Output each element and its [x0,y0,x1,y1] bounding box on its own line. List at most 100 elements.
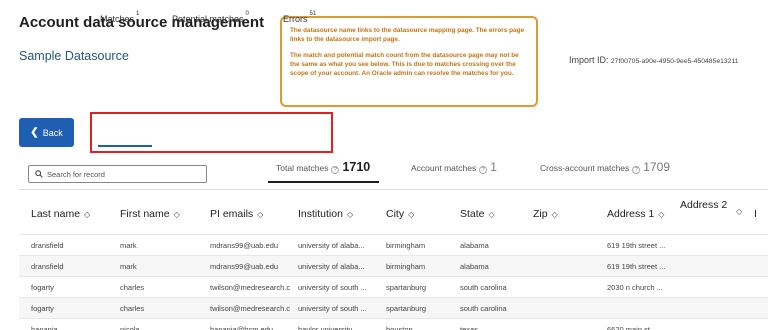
import-id-label: Import ID: [569,55,609,65]
table-cell: texas [460,325,478,330]
table-cell: birmingham [386,262,426,271]
active-stat-indicator [268,181,379,183]
table-cell: alabama [460,262,489,271]
datasource-name-link[interactable]: Sample Datasource [19,49,129,63]
search-box[interactable] [28,165,207,183]
table-cell: dransfield [31,262,64,271]
tab-matches[interactable]: Matches 1 [100,11,140,24]
table-cell: mdrans99@uab.edu [210,241,279,250]
tab-errors-label: Errors [283,14,308,24]
sort-icon: ◇ [84,210,91,219]
import-id-value: 27f00705-a90e-4950-9ee5-450485e13211 [610,58,739,65]
table-row[interactable]: fogarty charles twilson@medresearch.c unive… [19,276,768,297]
table-cell: alabama [460,241,489,250]
active-tab-indicator [98,145,152,147]
help-icon: ? [331,166,340,174]
table-row[interactable]: dransfield mark mdrans99@uab.edu university… [19,234,768,255]
callout-text-2: The match and potential match count from… [290,51,519,78]
stat-cross-account-matches[interactable]: Cross-account matches ? 1709 [540,160,670,174]
cross-account-matches-label: Cross-account matches [540,163,630,173]
table-cell: charles [120,283,145,292]
column-header-label: State [460,208,485,220]
tab-errors-count: 51 [309,11,317,17]
column-header-label: Address 1 [607,208,655,220]
table-cell: birmingham [386,241,426,250]
search-icon [35,170,43,178]
table-cell: fogarty [31,304,54,313]
table-row[interactable]: hanania nicola hanania@bcm.edu baylor unive… [19,318,768,330]
back-button[interactable]: ❮ Back [19,118,74,147]
column-header-label: Last name [31,208,81,220]
table-cell: mdrans99@uab.edu [210,262,279,271]
table-cell: twilson@medresearch.c [210,304,291,313]
column-header-last-name[interactable]: Last name ◇ [31,208,90,220]
help-icon: ? [479,166,488,174]
table-cell: university of alaba... [298,241,365,250]
help-icon: ? [632,166,641,174]
annotation-callout: The datasource name links to the datasou… [280,16,538,107]
table-cell: 2030 n church ... [607,283,663,292]
table-cell: 619 19th street ... [607,241,666,250]
stat-account-matches[interactable]: Account matches ? 1 [411,160,497,174]
table-cell: twilson@medresearch.c [210,283,291,292]
table-cell: south carolina [460,283,507,292]
column-header-label: I [754,208,757,220]
table-cell: mark [120,241,137,250]
sort-icon: ◇ [736,207,743,216]
tab-errors[interactable]: Errors 51 [283,11,317,24]
back-button-label: Back [42,127,63,138]
tab-matches-count: 1 [136,11,140,17]
table-cell: spartanburg [386,304,427,313]
table-cell: 619 19th street ... [607,262,666,271]
table-cell: university of alaba... [298,262,365,271]
import-id: Import ID: 27f00705-a90e-4950-9ee5-45048… [569,55,739,65]
table-cell: 6620 main st [607,325,650,330]
column-header-truncated[interactable]: I [754,208,757,220]
tab-potential-matches-label: Potential matches [172,14,244,24]
table-cell: baylor university [298,325,353,330]
column-header-city[interactable]: City ◇ [386,208,414,220]
cross-account-matches-value: 1709 [643,160,670,174]
search-input[interactable] [47,169,197,179]
tab-potential-matches-count: 0 [245,11,249,17]
total-matches-label: Total matches [276,163,329,173]
stat-total-matches[interactable]: Total matches ? 1710 [276,160,370,174]
table-cell: dransfield [31,241,64,250]
column-header-label: PI emails [210,208,254,220]
sort-icon: ◇ [658,210,665,219]
column-header-label: City [386,208,405,220]
column-header-institution[interactable]: Institution ◇ [298,208,353,220]
column-header-label: First name [120,208,170,220]
table-cell: south carolina [460,304,507,313]
table-row[interactable]: dransfield mark mdrans99@uab.edu university… [19,255,768,276]
table-cell: mark [120,262,137,271]
sort-icon: ◇ [346,210,354,219]
column-header-state[interactable]: State ◇ [460,208,495,220]
column-header-address-1[interactable]: Address 1 ◇ [607,208,664,220]
column-header-pi-emails[interactable]: PI emails ◇ [210,208,263,220]
column-header-zip[interactable]: Zip ◇ [533,208,558,220]
table-cell: spartanburg [386,283,427,292]
sort-icon: ◇ [173,210,180,219]
column-header-label: Address 2 [680,199,728,211]
column-header-first-name[interactable]: First name ◇ [120,208,180,220]
callout-text-1: The datasource name links to the datasou… [290,27,525,44]
chevron-left-icon: ❮ [30,127,39,138]
table-cell: university of south ... [298,304,367,313]
table-cell: nicola [120,325,140,330]
tab-potential-matches[interactable]: Potential matches 0 [172,11,249,24]
column-header-label: Institution [298,208,343,220]
sort-icon: ◇ [551,210,558,219]
table-cell: hanania@bcm.edu [210,325,274,330]
sort-icon: ◇ [488,210,495,219]
sort-icon: ◇ [257,210,264,219]
column-header-address-2[interactable]: Address 2 ◇ [680,199,742,215]
tab-matches-label: Matches [100,14,135,24]
table-cell: hanania [31,325,58,330]
sort-icon: ◇ [408,210,415,219]
table-cell: university of south ... [298,283,367,292]
divider [19,189,768,190]
table-cell: charles [120,304,145,313]
total-matches-value: 1710 [342,160,371,174]
table-row[interactable]: fogarty charles twilson@medresearch.c unive… [19,297,768,318]
